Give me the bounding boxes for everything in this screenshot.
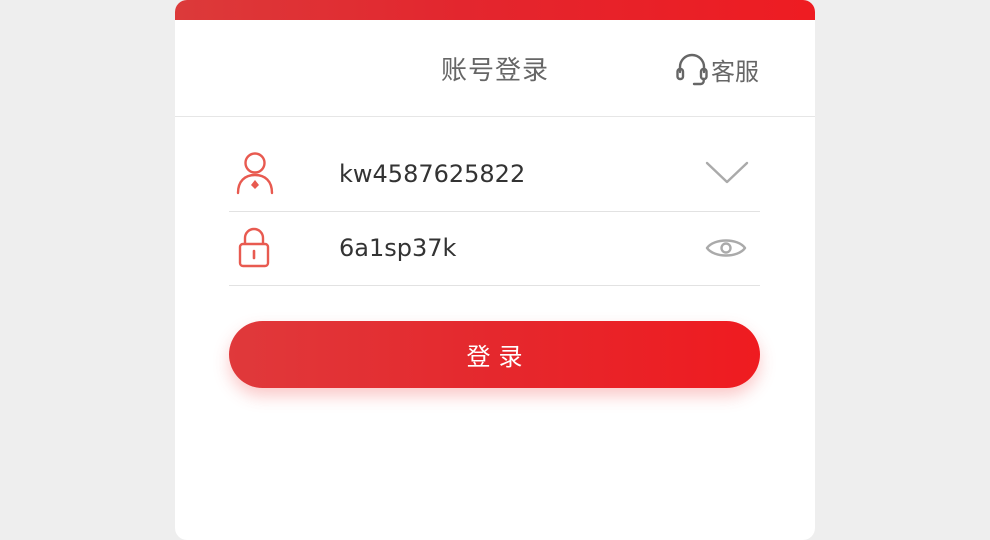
top-accent-bar	[175, 0, 815, 20]
lock-icon	[235, 225, 275, 273]
chevron-down-icon[interactable]	[704, 157, 750, 191]
dialog-header: 账号登录 客服	[175, 20, 815, 117]
eye-icon[interactable]	[705, 233, 747, 267]
username-input[interactable]	[339, 157, 669, 191]
password-row	[229, 211, 760, 286]
password-input[interactable]	[339, 231, 669, 265]
customer-service-label: 客服	[711, 57, 759, 86]
customer-service-button[interactable]: 客服	[675, 51, 759, 87]
login-dialog: 账号登录 客服 kw4587625822 6a1sp37k 登录	[175, 0, 815, 540]
username-row	[229, 137, 760, 212]
login-button[interactable]: 登录	[229, 321, 760, 388]
user-icon	[235, 151, 275, 199]
headset-icon	[675, 51, 709, 87]
